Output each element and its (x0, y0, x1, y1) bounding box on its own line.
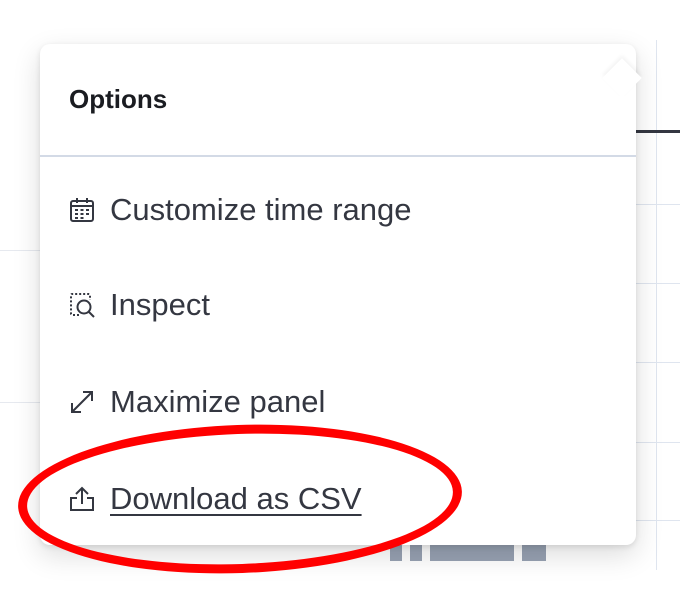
inspect-icon (68, 291, 96, 319)
menu-item-download-as-csv[interactable]: Download as CSV (68, 474, 362, 524)
menu-item-maximize-panel[interactable]: Maximize panel (68, 377, 325, 427)
background-divider (0, 402, 44, 403)
menu-item-customize-time-range[interactable]: Customize time range (68, 185, 412, 235)
background-bars (390, 545, 546, 561)
background-divider (0, 250, 44, 251)
menu-item-label: Inspect (110, 287, 210, 322)
menu-item-label: Download as CSV (110, 481, 362, 516)
menu-item-inspect[interactable]: Inspect (68, 280, 210, 330)
calendar-icon (68, 196, 96, 224)
options-popover: Options Customize time range Inspect Max… (40, 44, 642, 545)
share-upload-icon (68, 485, 96, 513)
popover-title: Options (69, 84, 168, 114)
menu-item-label: Maximize panel (110, 384, 326, 419)
menu-item-label: Customize time range (110, 192, 412, 227)
maximize-icon (68, 388, 96, 416)
popover-header: Options (40, 44, 636, 157)
background-column-divider (656, 40, 657, 570)
